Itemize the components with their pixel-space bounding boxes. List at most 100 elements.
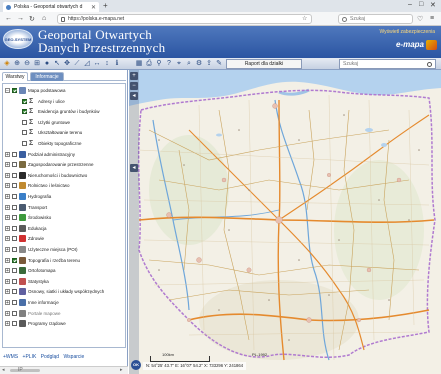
- support-link[interactable]: Wsparcie: [63, 354, 84, 360]
- expand-icon[interactable]: +: [5, 183, 10, 189]
- height-icon[interactable]: ↕: [103, 60, 111, 68]
- layer-row[interactable]: + Hydrografia: [5, 192, 51, 201]
- layer-row[interactable]: + Programy rządowe: [5, 319, 66, 328]
- layer-row[interactable]: + Zagospodarowanie przestrzenne: [5, 160, 94, 169]
- close-tab-icon[interactable]: ✕: [91, 4, 96, 11]
- layer-checkbox[interactable]: [12, 151, 17, 157]
- search-tool-icon[interactable]: ⌕: [185, 60, 193, 68]
- expand-icon[interactable]: +: [5, 194, 10, 200]
- layer-row[interactable]: + Portale mapowe: [5, 309, 61, 318]
- layer-checkbox[interactable]: [12, 88, 17, 93]
- expand-icon[interactable]: +: [5, 300, 10, 306]
- clear-icon[interactable]: ✎: [215, 60, 223, 68]
- select-icon[interactable]: ⌖: [175, 60, 183, 68]
- expand-icon[interactable]: +: [5, 321, 10, 327]
- layer-row[interactable]: Σ Ukształtowanie terenu: [15, 128, 82, 137]
- add-file-link[interactable]: +PLIK: [23, 354, 37, 360]
- scroll-left-icon[interactable]: ◂: [2, 367, 5, 374]
- preview-link[interactable]: Podgląd: [41, 354, 59, 360]
- layer-checkbox[interactable]: [12, 247, 17, 252]
- layer-checkbox[interactable]: [12, 204, 17, 210]
- layer-row[interactable]: + Użyteczne miejsca (POI): [5, 245, 78, 254]
- map-search-icon[interactable]: [427, 61, 432, 67]
- layer-checkbox[interactable]: [12, 183, 17, 189]
- layer-row[interactable]: − Mapa podstawowa: [5, 86, 66, 95]
- browser-tab[interactable]: Polska - Geoportal otwartych d ✕: [3, 2, 99, 12]
- layer-row[interactable]: + Nieruchomości i budownictwo: [5, 171, 87, 180]
- share-icon[interactable]: ⇪: [205, 60, 213, 68]
- layer-checkbox[interactable]: [12, 215, 17, 221]
- layer-checkbox[interactable]: [12, 300, 17, 305]
- back-icon[interactable]: ←: [5, 15, 12, 22]
- menu-icon[interactable]: ≡: [430, 15, 434, 22]
- expand-icon[interactable]: +: [5, 204, 10, 210]
- layer-row[interactable]: + Inne informacje: [5, 298, 59, 307]
- layer-row[interactable]: + Statystyka: [5, 277, 49, 286]
- expand-icon[interactable]: +: [5, 162, 10, 168]
- home-icon[interactable]: ⌂: [42, 15, 46, 22]
- new-tab-icon[interactable]: +: [103, 1, 108, 10]
- layers-icon[interactable]: ◈: [3, 60, 11, 68]
- map-canvas[interactable]: [129, 70, 441, 374]
- measure-line-icon[interactable]: ⟋: [73, 60, 81, 68]
- help-icon[interactable]: ?: [165, 60, 173, 68]
- layer-checkbox[interactable]: [22, 141, 27, 146]
- pointer-icon[interactable]: ↖: [53, 60, 61, 68]
- zoom-in-map-icon[interactable]: +: [130, 72, 138, 80]
- marker-icon[interactable]: ⚲: [155, 60, 163, 68]
- layer-row[interactable]: + Podział administracyjny: [5, 150, 75, 159]
- layer-checkbox[interactable]: [12, 289, 17, 295]
- expand-icon[interactable]: +: [5, 310, 10, 316]
- expand-icon[interactable]: +: [5, 257, 10, 263]
- info-tool-icon[interactable]: ℹ: [113, 60, 121, 68]
- reload-icon[interactable]: ↻: [29, 15, 35, 23]
- collapse-panel-icon[interactable]: ◂: [130, 164, 138, 172]
- expand-icon[interactable]: +: [5, 172, 10, 178]
- collapse-icon[interactable]: −: [5, 88, 10, 94]
- layer-row[interactable]: + Edukacja: [5, 224, 47, 233]
- expand-icon[interactable]: +: [5, 278, 10, 284]
- expand-icon[interactable]: +: [5, 151, 10, 157]
- expand-icon[interactable]: +: [5, 268, 10, 274]
- zoom-in-icon[interactable]: ⊕: [13, 60, 21, 68]
- layer-row[interactable]: + Zdrowie: [5, 234, 44, 243]
- maximize-icon[interactable]: □: [419, 1, 423, 8]
- address-bar[interactable]: https://polska.e-mapa.net: [57, 14, 312, 24]
- minimize-icon[interactable]: –: [408, 1, 412, 8]
- layer-checkbox[interactable]: [22, 98, 27, 104]
- full-extent-icon[interactable]: ●: [43, 60, 51, 68]
- expand-icon[interactable]: +: [5, 215, 10, 221]
- layer-checkbox[interactable]: [12, 278, 17, 284]
- panel-scrollbar[interactable]: ◂ IP ▸: [0, 366, 128, 374]
- zoom-out-icon[interactable]: ⊖: [23, 60, 31, 68]
- layer-checkbox[interactable]: [12, 194, 17, 199]
- expand-icon[interactable]: +: [5, 289, 10, 295]
- layer-checkbox[interactable]: [12, 257, 17, 263]
- layer-checkbox[interactable]: [12, 268, 17, 274]
- layer-checkbox[interactable]: [12, 236, 17, 242]
- layer-checkbox[interactable]: [22, 119, 27, 125]
- zoom-slider-icon[interactable]: ◂: [130, 92, 138, 100]
- expand-icon[interactable]: +: [5, 247, 10, 253]
- e-mapa-brand[interactable]: e-mapa: [396, 40, 437, 50]
- layer-checkbox[interactable]: [12, 172, 17, 178]
- bookmark-star-icon[interactable]: ☆: [302, 15, 307, 22]
- grid-tool-icon[interactable]: ▦: [135, 60, 143, 68]
- add-wms-link[interactable]: +WMS: [3, 354, 18, 360]
- layer-row[interactable]: + Transport: [5, 203, 47, 212]
- layer-checkbox[interactable]: [12, 310, 17, 316]
- layer-row[interactable]: + Ortofotomapa: [5, 266, 56, 275]
- layer-row[interactable]: Σ Obiekty topograficzne: [15, 139, 82, 148]
- scroll-right-icon[interactable]: ▸: [120, 367, 123, 374]
- pan-icon[interactable]: ✥: [63, 60, 71, 68]
- pocket-icon[interactable]: ♡: [417, 15, 423, 23]
- expand-icon[interactable]: +: [5, 225, 10, 231]
- geo-system-logo[interactable]: GEO-SYSTEM: [3, 29, 33, 49]
- close-window-icon[interactable]: ✕: [430, 1, 436, 9]
- zoom-extent-icon[interactable]: ⊞: [33, 60, 41, 68]
- scroll-thumb[interactable]: [10, 369, 40, 372]
- tab-warstwy[interactable]: Warstwy: [2, 72, 28, 81]
- measure-area-icon[interactable]: ◿: [83, 60, 91, 68]
- layer-row[interactable]: + Osnowy, siatki i układy współrzędnych: [5, 287, 104, 296]
- layer-checkbox[interactable]: [12, 225, 17, 231]
